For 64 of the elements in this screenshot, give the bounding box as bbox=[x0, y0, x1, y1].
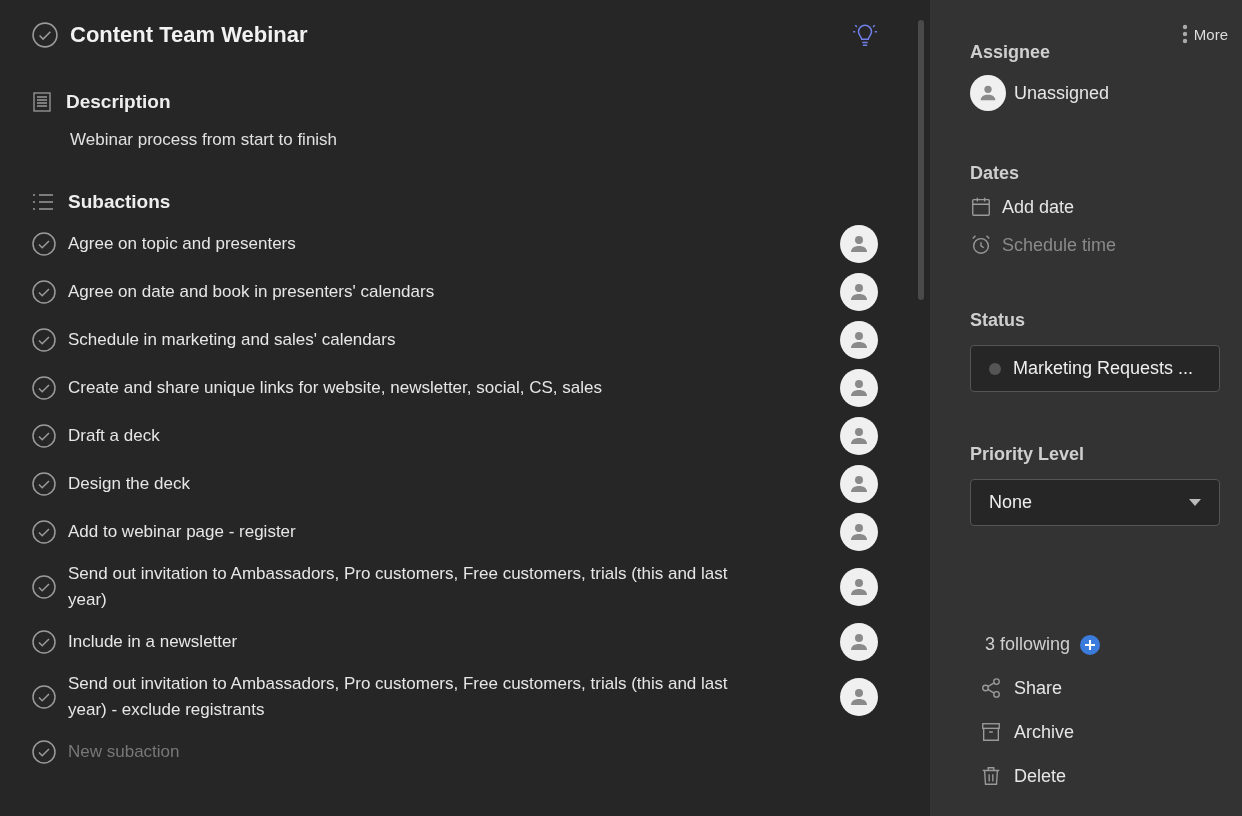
trash-icon bbox=[980, 765, 1002, 787]
assignee-avatar[interactable] bbox=[840, 321, 878, 359]
subaction-text: Design the deck bbox=[68, 473, 191, 495]
subactions-heading: Subactions bbox=[68, 191, 171, 213]
assignee-avatar[interactable] bbox=[970, 75, 1006, 111]
check-circle-icon[interactable] bbox=[32, 630, 56, 654]
check-circle-icon[interactable] bbox=[32, 376, 56, 400]
description-text: Webinar process from start to finish bbox=[70, 130, 339, 150]
assignee-avatar[interactable] bbox=[840, 623, 878, 661]
check-circle-icon[interactable] bbox=[32, 740, 56, 764]
add-follower-button[interactable] bbox=[1080, 634, 1101, 655]
check-circle-icon[interactable] bbox=[32, 328, 56, 352]
document-icon bbox=[32, 92, 52, 112]
check-circle-icon[interactable] bbox=[32, 424, 56, 448]
archive-box-icon bbox=[980, 721, 1002, 743]
check-circle-icon[interactable] bbox=[32, 685, 56, 709]
alarm-clock-icon bbox=[970, 234, 992, 256]
task-title: Content Team Webinar bbox=[70, 22, 309, 48]
assignee-avatar[interactable] bbox=[840, 678, 878, 716]
subaction-text: Include in a newsletter bbox=[68, 631, 239, 653]
assignee-value: Unassigned bbox=[1014, 82, 1110, 104]
subaction-text: Create and share unique links for website, newsletter, social, CS, sales bbox=[68, 377, 603, 399]
check-circle-icon[interactable] bbox=[32, 520, 56, 544]
subaction-text: Agree on topic and presenters bbox=[68, 233, 297, 255]
assignee-avatar[interactable] bbox=[840, 273, 878, 311]
assignee-avatar[interactable] bbox=[840, 465, 878, 503]
assignee-avatar[interactable] bbox=[840, 568, 878, 606]
vertical-dots-icon bbox=[1181, 24, 1188, 44]
status-heading: Status bbox=[970, 310, 1026, 331]
assignee-avatar[interactable] bbox=[840, 513, 878, 551]
plus-icon bbox=[1084, 638, 1097, 651]
assignee-avatar[interactable] bbox=[840, 369, 878, 407]
check-circle-icon[interactable] bbox=[32, 472, 56, 496]
caret-icon bbox=[1189, 499, 1201, 506]
new-subaction-field[interactable]: New subaction bbox=[68, 742, 368, 762]
scrollbar[interactable] bbox=[918, 20, 924, 300]
check-circle-icon[interactable] bbox=[32, 280, 56, 304]
subaction-text: Send out invitation to Ambassadors, Pro customers, Free customers, trials (this and last year) bbox=[68, 563, 729, 611]
add-date-button[interactable]: Add date bbox=[970, 196, 1220, 218]
list-icon bbox=[32, 193, 54, 211]
subaction-text: Send out invitation to Ambassadors, Pro customers, Free customers, trials (this and last year) - exclude registrants bbox=[68, 673, 729, 721]
more-button[interactable]: More bbox=[1181, 24, 1228, 44]
share-button[interactable]: Share bbox=[980, 677, 1220, 699]
check-circle-icon[interactable] bbox=[32, 232, 56, 256]
following-count: 3 following bbox=[985, 634, 1071, 655]
priority-dropdown[interactable]: None bbox=[970, 479, 1220, 526]
priority-heading: Priority Level bbox=[970, 444, 1086, 465]
calendar-icon bbox=[970, 196, 992, 218]
share-icon bbox=[980, 677, 1002, 699]
description-heading: Description bbox=[66, 91, 171, 113]
status-select[interactable]: Marketing Requests ... bbox=[970, 345, 1220, 392]
subaction-text: Schedule in marketing and sales' calendars bbox=[68, 329, 397, 351]
assignee-avatar[interactable] bbox=[840, 417, 878, 455]
assignee-avatar[interactable] bbox=[840, 225, 878, 263]
check-circle-icon[interactable] bbox=[32, 575, 56, 599]
dates-heading: Dates bbox=[970, 163, 1021, 184]
subaction-text: Add to webinar page - register bbox=[68, 521, 297, 543]
archive-button[interactable]: Archive bbox=[980, 721, 1220, 743]
delete-button[interactable]: Delete bbox=[980, 765, 1220, 787]
check-circle-icon[interactable] bbox=[32, 22, 58, 48]
subaction-text: Draft a deck bbox=[68, 425, 161, 447]
assignee-heading: Assignee bbox=[970, 42, 1052, 63]
subaction-text: Agree on date and book in presenters' calendars bbox=[68, 281, 436, 303]
lightbulb-icon[interactable] bbox=[852, 22, 878, 48]
